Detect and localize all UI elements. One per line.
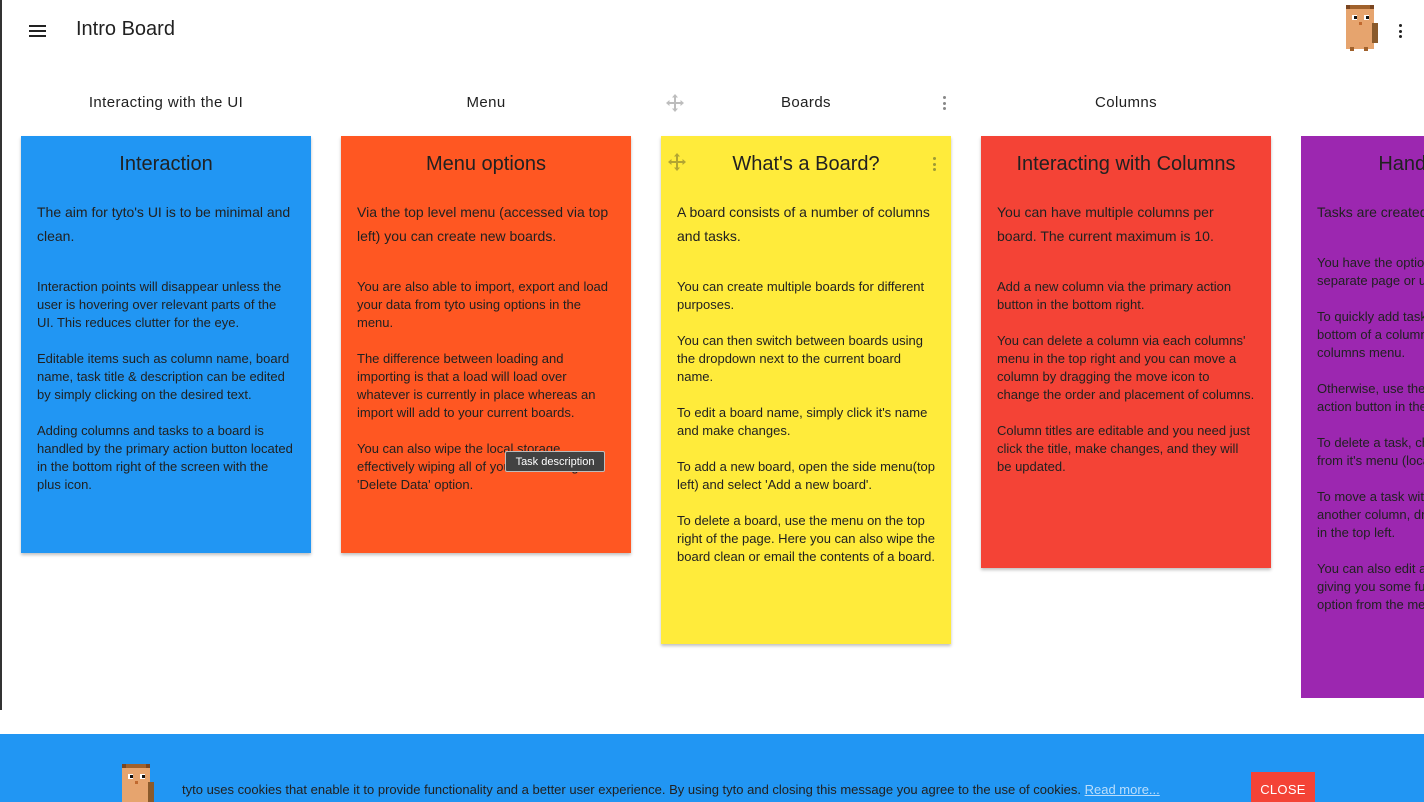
task-title[interactable]: What's a Board? <box>677 148 935 180</box>
tooltip: Task description <box>505 451 605 472</box>
read-more-link[interactable]: Read more... <box>1085 782 1160 797</box>
task-title[interactable]: Interaction <box>37 148 295 180</box>
task-description[interactable]: A board consists of a number of columns … <box>677 200 935 248</box>
task-card-interacting-with-columns[interactable]: Interacting with Columns You can have mu… <box>981 136 1271 568</box>
task-title[interactable]: Handling Tasks <box>1317 148 1424 180</box>
task-description[interactable]: To delete a board, use the menu on the t… <box>677 512 935 566</box>
window-edge <box>0 0 2 710</box>
cookie-message: tyto uses cookies that enable it to prov… <box>182 782 1160 797</box>
task-description[interactable]: Add a new column via the primary action … <box>997 278 1255 314</box>
task-description[interactable]: The aim for tyto's UI is to be minimal a… <box>37 200 295 248</box>
close-cookie-button[interactable]: CLOSE <box>1251 772 1315 802</box>
column-title-ui[interactable]: Interacting with the UI <box>21 94 311 111</box>
task-description[interactable]: Via the top level menu (accessed via top… <box>357 200 615 248</box>
task-description[interactable]: To move a task within a column or move i… <box>1317 488 1424 542</box>
task-description[interactable]: Interaction points will disappear unless… <box>37 278 295 332</box>
task-description[interactable]: You can also edit a task by clicking it'… <box>1317 560 1424 614</box>
task-description[interactable]: Tasks are created in one of two ways. <box>1317 200 1424 224</box>
task-description[interactable]: To add a new board, open the side menu(t… <box>677 458 935 494</box>
task-description[interactable]: Otherwise, use the add task via the prim… <box>1317 380 1424 416</box>
task-card-menu-options[interactable]: Menu options Via the top level menu (acc… <box>341 136 631 553</box>
cookie-banner: tyto uses cookies that enable it to prov… <box>0 734 1424 802</box>
column-more-vert-icon[interactable] <box>939 96 949 110</box>
task-card-handling-tasks[interactable]: Handling Tasks Tasks are created in one … <box>1301 136 1424 698</box>
task-description[interactable]: You can create multiple boards for diffe… <box>677 278 935 314</box>
task-description[interactable]: Column titles are editable and you need … <box>997 422 1255 476</box>
task-move-icon[interactable] <box>668 153 686 171</box>
task-description[interactable]: To quickly add tasks use the bar at the … <box>1317 308 1424 362</box>
task-description[interactable]: You can have multiple columns per board.… <box>997 200 1255 248</box>
menu-button[interactable] <box>22 16 52 46</box>
task-description[interactable]: You have the option to add a task on a s… <box>1317 254 1424 290</box>
task-card-interaction[interactable]: Interaction The aim for tyto's UI is to … <box>21 136 311 553</box>
column-title-columns[interactable]: Columns <box>981 94 1271 111</box>
task-description[interactable]: To delete a task, choose the delete opti… <box>1317 434 1424 470</box>
column-move-icon[interactable] <box>666 94 684 112</box>
hamburger-menu-icon <box>29 25 46 27</box>
task-title[interactable]: Interacting with Columns <box>997 148 1255 180</box>
tyto-owl-icon <box>1344 5 1378 51</box>
task-description[interactable]: The difference between loading and impor… <box>357 350 615 422</box>
column-title-menu[interactable]: Menu <box>341 94 631 111</box>
task-description[interactable]: You are also able to import, export and … <box>357 278 615 332</box>
task-card-whats-a-board[interactable]: What's a Board? A board consists of a nu… <box>661 136 951 644</box>
task-description[interactable]: Adding columns and tasks to a board is h… <box>37 422 295 494</box>
task-title[interactable]: Menu options <box>357 148 615 180</box>
task-more-vert-icon[interactable] <box>929 157 939 171</box>
tyto-owl-icon <box>120 764 154 802</box>
task-description[interactable]: You can delete a column via each columns… <box>997 332 1255 404</box>
board-title[interactable]: Intro Board <box>76 18 175 41</box>
app-header: Intro Board <box>0 0 1424 62</box>
task-description[interactable]: Editable items such as column name, boar… <box>37 350 295 404</box>
column-title-boards[interactable]: Boards <box>661 94 951 111</box>
more-vert-icon[interactable] <box>1395 24 1405 38</box>
task-description[interactable]: You can then switch between boards using… <box>677 332 935 386</box>
task-description[interactable]: To edit a board name, simply click it's … <box>677 404 935 440</box>
